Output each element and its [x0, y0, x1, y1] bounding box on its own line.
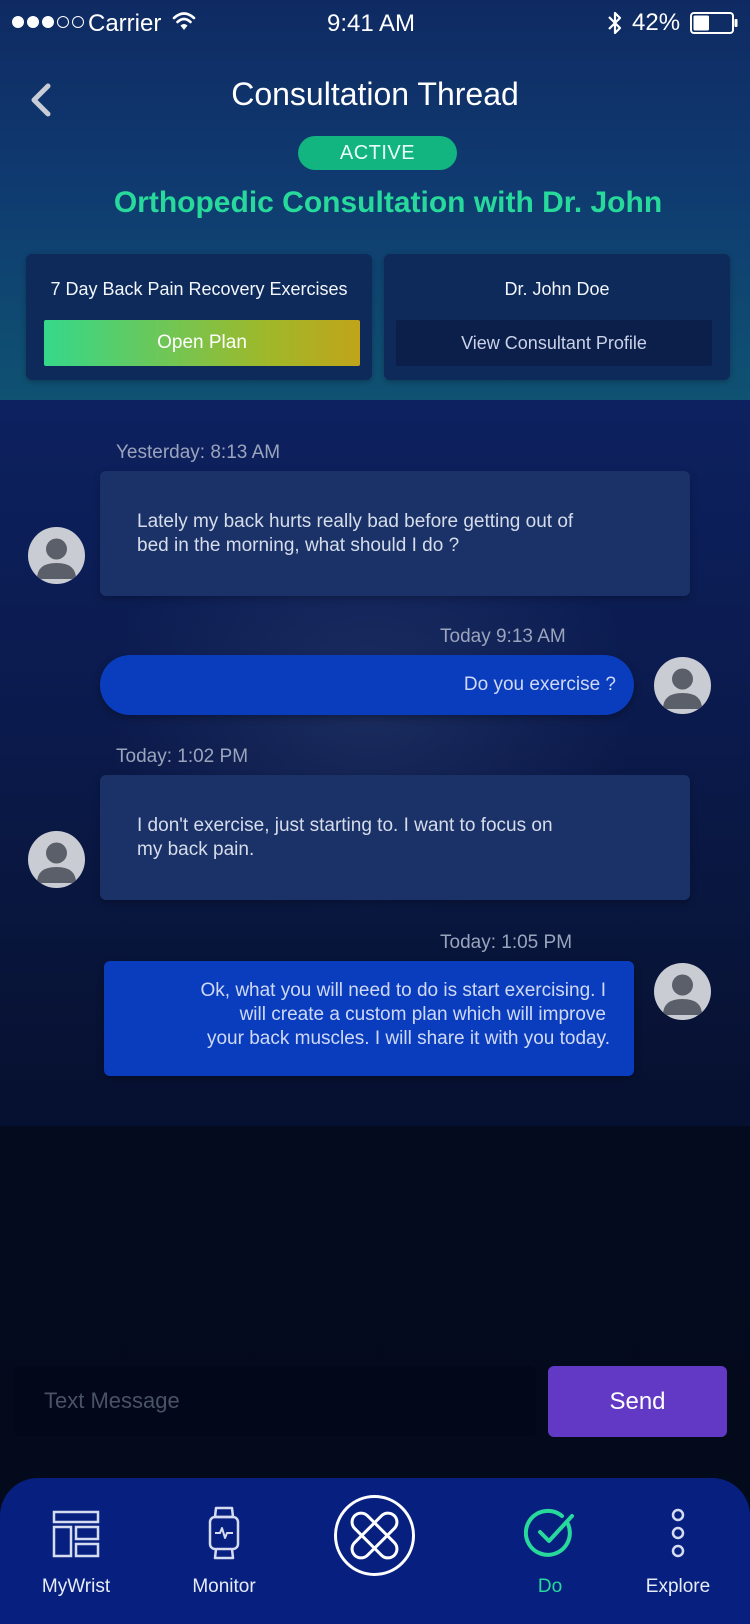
- battery-percent: 42%: [632, 9, 681, 36]
- status-badge: ACTIVE: [298, 136, 457, 170]
- message-bubble-incoming: Lately my back hurts really bad before g…: [100, 471, 690, 596]
- tab-do[interactable]: Do: [480, 1478, 620, 1624]
- send-button[interactable]: Send: [548, 1366, 727, 1437]
- bluetooth-icon: [608, 11, 622, 35]
- message-text-line: Ok, what you will need to do is start ex…: [200, 980, 606, 1001]
- message-timestamp: Today 9:13 AM: [440, 626, 566, 647]
- consultant-name: Dr. John Doe: [504, 279, 610, 299]
- user-avatar-icon: [663, 668, 702, 709]
- status-time: 9:41 AM: [326, 10, 416, 37]
- page-title: Consultation Thread: [231, 76, 519, 112]
- status-bar: Carrier 9:41 AM 42%: [0, 0, 750, 48]
- message-bubble-incoming: I don't exercise, just starting to. I wa…: [100, 775, 690, 900]
- avatar[interactable]: [28, 831, 85, 888]
- message-bubble-outgoing: Do you exercise ?: [100, 655, 634, 715]
- user-avatar-icon: [663, 974, 702, 1015]
- message-text-line: will create a custom plan which will imp…: [239, 1004, 606, 1025]
- bandage-logo-icon[interactable]: [333, 1494, 416, 1577]
- plan-card: 7 Day Back Pain Recovery Exercises Open …: [26, 254, 372, 380]
- check-circle-icon: [524, 1508, 574, 1557]
- tab-explore[interactable]: Explore: [608, 1478, 748, 1624]
- message-bubble-outgoing: Ok, what you will need to do is start ex…: [104, 961, 634, 1076]
- message-text-line: your back muscles. I will share it with …: [206, 1028, 610, 1049]
- tab-mywrist[interactable]: MyWrist: [6, 1478, 146, 1624]
- user-avatar-icon: [37, 842, 76, 883]
- message-text-line: Do you exercise ?: [463, 674, 616, 695]
- tab-monitor[interactable]: Monitor: [154, 1478, 294, 1624]
- open-plan-button[interactable]: Open Plan: [44, 320, 360, 366]
- tab-label: MyWrist: [41, 1576, 111, 1597]
- message-timestamp: Yesterday: 8:13 AM: [116, 442, 281, 463]
- avatar[interactable]: [654, 963, 711, 1020]
- more-vertical-icon: [671, 1508, 685, 1558]
- consultation-thread-screen: Carrier 9:41 AM 42% Consultation Thread …: [0, 0, 750, 1624]
- battery-icon: [690, 12, 738, 34]
- tab-label: Explore: [645, 1576, 711, 1597]
- avatar[interactable]: [28, 527, 85, 584]
- user-avatar-icon: [37, 538, 76, 579]
- message-text-line: my back pain.: [137, 839, 255, 860]
- dashboard-icon: [52, 1510, 100, 1558]
- consultation-title: Orthopedic Consultation with Dr. John: [113, 186, 663, 219]
- plan-title: 7 Day Back Pain Recovery Exercises: [50, 279, 348, 299]
- message-timestamp: Today: 1:02 PM: [116, 746, 249, 767]
- avatar[interactable]: [654, 657, 711, 714]
- message-text-line: I don't exercise, just starting to. I wa…: [137, 815, 553, 836]
- smartwatch-icon: [208, 1506, 240, 1560]
- view-consultant-profile-button[interactable]: View Consultant Profile: [396, 320, 712, 366]
- message-timestamp: Today: 1:05 PM: [440, 932, 573, 953]
- message-text-line: Lately my back hurts really bad before g…: [137, 511, 574, 532]
- tab-label: Monitor: [192, 1576, 256, 1597]
- tab-label: Do: [537, 1576, 563, 1597]
- text-message-input[interactable]: [14, 1366, 536, 1436]
- consultant-card: Dr. John Doe View Consultant Profile: [384, 254, 730, 380]
- message-text-line: bed in the morning, what should I do ?: [137, 535, 460, 556]
